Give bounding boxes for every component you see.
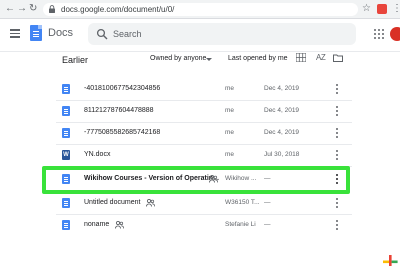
main-menu-icon[interactable] <box>10 29 20 38</box>
shared-people-icon <box>115 221 124 229</box>
more-options-icon[interactable] <box>336 198 339 209</box>
google-apps-icon[interactable] <box>374 29 384 39</box>
list-item[interactable]: W YN.docx me Jul 30, 2018 <box>56 145 352 167</box>
new-document-plus-icon[interactable] <box>374 245 400 266</box>
caret-down-icon[interactable] <box>206 58 212 61</box>
grid-view-icon[interactable] <box>296 53 306 62</box>
app-title[interactable]: Docs <box>48 27 73 39</box>
list-item[interactable]: 8112127876044788​88 me Dec 4, 2019 <box>56 101 352 123</box>
document-title[interactable]: -7775085582685742168 <box>84 129 160 136</box>
header-divider <box>0 51 400 52</box>
document-title[interactable]: noname <box>84 221 109 228</box>
document-title[interactable]: YN.docx <box>84 151 110 158</box>
extension-icon[interactable] <box>377 4 387 14</box>
more-options-icon[interactable] <box>336 220 339 231</box>
document-date: — <box>264 199 271 206</box>
document-owner: me <box>225 85 235 92</box>
more-options-icon[interactable] <box>336 84 339 95</box>
url-text: docs.google.com/document/u/0/ <box>61 5 175 14</box>
search-icon[interactable] <box>96 28 108 40</box>
list-item[interactable]: -4018100677542304856 me Dec 4, 2019 <box>56 79 352 101</box>
docs-icon <box>62 84 70 94</box>
list-item[interactable]: Untitled document W36150 T... — <box>56 193 352 215</box>
docs-page: ← → ↻ docs.google.com/document/u/0/ ☆ ⋮ … <box>0 0 400 266</box>
browser-toolbar: ← → ↻ docs.google.com/document/u/0/ ☆ ⋮ <box>0 0 400 19</box>
docs-icon <box>62 220 70 230</box>
document-date: Dec 4, 2019 <box>264 129 300 136</box>
list-item[interactable]: noname Stefanie Li — <box>56 215 352 237</box>
document-owner: Stefanie Li <box>225 221 256 228</box>
document-owner: me <box>225 129 235 136</box>
document-date: — <box>264 221 271 228</box>
app-header: Docs Search <box>0 19 400 51</box>
folder-icon[interactable] <box>333 54 343 62</box>
sort-az-icon[interactable]: AZ <box>316 53 326 62</box>
lock-icon <box>49 5 55 13</box>
document-title[interactable]: 8112127876044788​88 <box>84 107 154 114</box>
shared-people-icon <box>146 199 155 207</box>
more-options-icon[interactable] <box>336 106 339 117</box>
back-arrow-icon[interactable]: ← <box>5 4 15 14</box>
browser-menu-icon[interactable]: ⋮ <box>392 3 400 14</box>
document-owner: me <box>225 107 235 114</box>
forward-arrow-icon[interactable]: → <box>17 4 27 14</box>
document-owner: me <box>225 151 235 158</box>
docs-icon <box>62 106 70 116</box>
list-item[interactable]: -7775085582685742168 me Dec 4, 2019 <box>56 123 352 145</box>
search-bar[interactable]: Search <box>88 23 356 45</box>
document-title[interactable]: -4018100677542304856 <box>84 85 160 92</box>
docs-icon <box>62 128 70 138</box>
document-date: Jul 30, 2018 <box>264 151 300 158</box>
bookmark-star-icon[interactable]: ☆ <box>362 3 371 14</box>
more-options-icon[interactable] <box>336 128 339 139</box>
section-title: Earlier <box>62 55 89 65</box>
word-icon: W <box>62 150 70 160</box>
docs-icon <box>62 198 70 208</box>
document-date: Dec 4, 2019 <box>264 107 300 114</box>
highlight-box <box>42 166 350 194</box>
document-title[interactable]: Untitled document <box>84 199 140 206</box>
more-options-icon[interactable] <box>336 150 339 161</box>
search-input[interactable]: Search <box>113 29 142 39</box>
address-bar[interactable]: docs.google.com/document/u/0/ <box>43 3 358 16</box>
docs-logo-icon[interactable] <box>30 25 42 41</box>
sort-label[interactable]: Last opened by me <box>228 55 288 62</box>
account-avatar[interactable] <box>390 27 400 41</box>
owned-by-filter[interactable]: Owned by anyone <box>150 55 206 62</box>
document-date: Dec 4, 2019 <box>264 85 300 92</box>
reload-icon[interactable]: ↻ <box>29 4 37 14</box>
document-owner: W36150 T... <box>225 199 260 206</box>
